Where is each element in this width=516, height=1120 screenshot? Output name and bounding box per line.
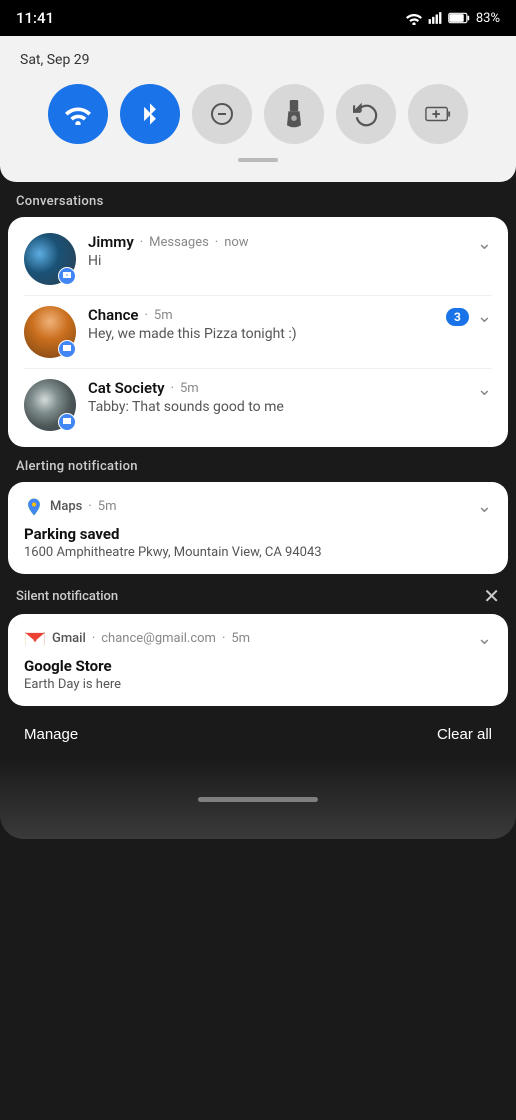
wifi-toggle[interactable] xyxy=(48,84,108,144)
chance-expand-icon[interactable]: ⌄ xyxy=(477,306,492,327)
jimmy-message: Hi xyxy=(88,253,477,269)
battery-icon xyxy=(448,12,470,24)
status-icons: 83% xyxy=(406,11,500,26)
bluetooth-toggle[interactable] xyxy=(120,84,180,144)
silent-label: Silent notification xyxy=(16,589,118,604)
clear-all-button[interactable]: Clear all xyxy=(437,726,492,743)
gmail-icon xyxy=(24,630,46,648)
gmail-app-name: Gmail xyxy=(52,631,86,646)
quick-settings-panel: Sat, Sep 29 xyxy=(0,36,516,182)
messages-app-badge xyxy=(58,267,76,285)
dnd-toggle[interactable] xyxy=(192,84,252,144)
silent-section-header: Silent notification ✕ xyxy=(0,576,516,614)
cat-society-message: Tabby: That sounds good to me xyxy=(88,399,477,415)
alerting-label: Alerting notification xyxy=(0,449,516,482)
maps-expand-icon[interactable]: ⌄ xyxy=(477,496,492,517)
chance-badge: 3 xyxy=(446,308,469,326)
chance-avatar-wrap xyxy=(24,306,76,358)
silent-close-button[interactable]: ✕ xyxy=(483,586,500,606)
maps-notif-title: Parking saved xyxy=(24,525,492,543)
cat-society-time: 5m xyxy=(180,381,199,396)
gmail-notif-body: Earth Day is here xyxy=(24,677,492,692)
jimmy-expand-icon[interactable]: ⌄ xyxy=(477,233,492,254)
jimmy-content: Jimmy · Messages · now Hi xyxy=(88,233,477,269)
home-indicator xyxy=(198,797,318,802)
battery-percent: 83% xyxy=(476,11,500,26)
signal-icon xyxy=(428,11,442,25)
gmail-app-info: Gmail · chance@gmail.com · 5m xyxy=(24,630,250,648)
bottom-gradient-area xyxy=(0,759,516,839)
rotate-qs-icon xyxy=(353,101,379,127)
jimmy-time: now xyxy=(224,235,248,250)
maps-app-info: Maps · 5m xyxy=(24,497,117,517)
gmail-time: 5m xyxy=(231,631,250,646)
maps-notification-card[interactable]: Maps · 5m ⌄ Parking saved 1600 Amphithea… xyxy=(8,482,508,574)
cat-app-badge xyxy=(58,413,76,431)
cat-avatar-wrap xyxy=(24,379,76,431)
flashlight-qs-icon xyxy=(285,100,303,128)
chance-content: Chance · 5m Hey, we made this Pizza toni… xyxy=(88,306,446,342)
flashlight-toggle[interactable] xyxy=(264,84,324,144)
chance-name: Chance xyxy=(88,306,139,324)
quick-settings-toggles xyxy=(20,84,496,144)
gmail-expand-icon[interactable]: ⌄ xyxy=(477,628,492,649)
quick-settings-date: Sat, Sep 29 xyxy=(20,52,496,68)
bottom-action-bar: Manage Clear all xyxy=(0,710,516,759)
conversation-item-jimmy[interactable]: Jimmy · Messages · now Hi ⌄ xyxy=(24,231,492,296)
gmail-email: chance@gmail.com xyxy=(101,631,216,646)
cat-society-actions: ⌄ xyxy=(477,379,492,400)
status-time: 11:41 xyxy=(16,9,54,27)
jimmy-actions: ⌄ xyxy=(477,233,492,254)
manage-button[interactable]: Manage xyxy=(24,726,78,743)
maps-pin-icon xyxy=(24,497,44,517)
cat-society-content: Cat Society · 5m Tabby: That sounds good… xyxy=(88,379,477,415)
chance-actions: 3 ⌄ xyxy=(446,306,492,327)
gmail-notif-header: Gmail · chance@gmail.com · 5m ⌄ xyxy=(24,628,492,649)
autorotate-toggle[interactable] xyxy=(336,84,396,144)
wifi-icon xyxy=(406,11,422,25)
conversation-item-cat-society[interactable]: Cat Society · 5m Tabby: That sounds good… xyxy=(24,369,492,433)
jimmy-name: Jimmy xyxy=(88,233,134,251)
maps-notif-time: 5m xyxy=(98,499,117,514)
dnd-qs-icon xyxy=(210,102,234,126)
chance-app-badge xyxy=(58,340,76,358)
cat-society-name: Cat Society xyxy=(88,379,165,397)
maps-notif-body: 1600 Amphitheatre Pkwy, Mountain View, C… xyxy=(24,545,492,560)
status-bar: 11:41 83% xyxy=(0,0,516,36)
maps-notif-header: Maps · 5m ⌄ xyxy=(24,496,492,517)
wifi-qs-icon xyxy=(65,103,91,125)
conversation-item-chance[interactable]: Chance · 5m Hey, we made this Pizza toni… xyxy=(24,296,492,369)
battery-saver-toggle[interactable] xyxy=(408,84,468,144)
cat-society-expand-icon[interactable]: ⌄ xyxy=(477,379,492,400)
jimmy-avatar-wrap xyxy=(24,233,76,285)
battery-saver-qs-icon xyxy=(425,104,451,124)
bluetooth-qs-icon xyxy=(140,101,160,127)
cat-society-header: Cat Society · 5m xyxy=(88,379,477,397)
conversations-card: Jimmy · Messages · now Hi ⌄ Chance · 5m xyxy=(8,217,508,447)
chance-message: Hey, we made this Pizza tonight :) xyxy=(88,326,446,342)
chance-header: Chance · 5m xyxy=(88,306,446,324)
jimmy-app: Messages xyxy=(149,235,209,250)
conversations-label: Conversations xyxy=(0,184,516,217)
jimmy-header: Jimmy · Messages · now xyxy=(88,233,477,251)
panel-handle xyxy=(238,158,278,162)
chance-time: 5m xyxy=(154,308,173,323)
gmail-notification-card[interactable]: Gmail · chance@gmail.com · 5m ⌄ Google S… xyxy=(8,614,508,706)
gmail-notif-title: Google Store xyxy=(24,657,492,675)
maps-app-name: Maps xyxy=(50,499,82,514)
